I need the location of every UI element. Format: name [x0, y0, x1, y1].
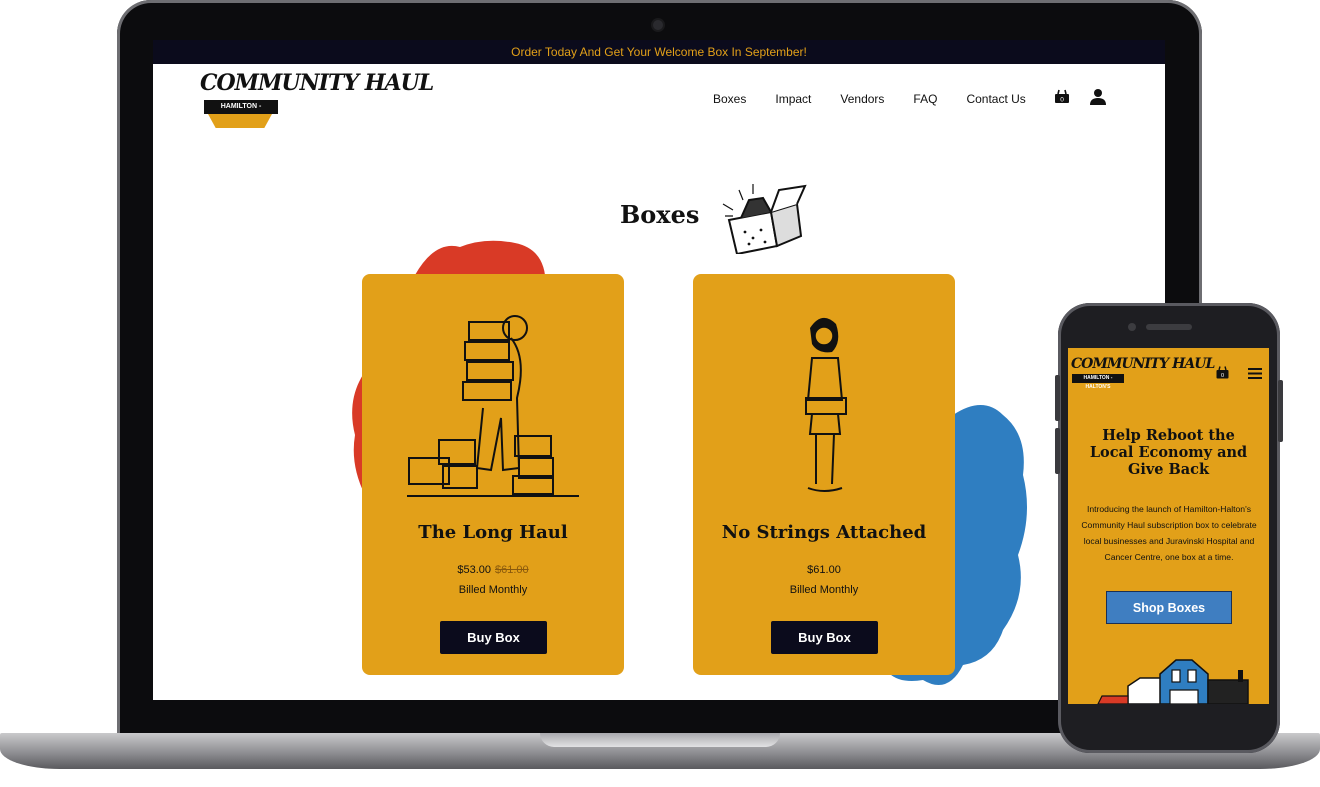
nav-item-vendors[interactable]: Vendors	[840, 92, 884, 106]
menu-icon[interactable]	[1248, 368, 1262, 379]
card-title: No Strings Attached	[721, 522, 927, 543]
nav-item-faq[interactable]: FAQ	[913, 92, 937, 106]
phone-speaker	[1146, 324, 1192, 330]
nav-item-impact[interactable]: Impact	[775, 92, 811, 106]
phone-volume-up	[1055, 375, 1060, 421]
cart-icon[interactable]: 0	[1054, 88, 1070, 104]
current-price: $53.00	[457, 564, 491, 576]
phone-camera-icon	[1128, 323, 1136, 331]
phone-volume-down	[1055, 428, 1060, 474]
mobile-hero-body: Introducing the launch of Hamilton-Halto…	[1081, 504, 1257, 562]
mobile-hero-heading: Help Reboot the Local Economy and Give B…	[1089, 427, 1248, 478]
houses-illustration	[1097, 659, 1249, 704]
mobile-logo-ribbon: HAMILTON - HALTON'S	[1072, 374, 1124, 390]
card-price: $53.00 $61.00	[362, 564, 624, 576]
phone-power-button	[1278, 380, 1283, 442]
user-icon[interactable]	[1089, 88, 1107, 106]
shop-boxes-button[interactable]: Shop Boxes	[1106, 591, 1232, 624]
mobile-logo[interactable]: COMMUNITY HAUL	[1071, 356, 1215, 372]
site-logo[interactable]: COMMUNITY HAUL HAMILTON - HALTON'S	[200, 70, 434, 132]
desktop-screen: Order Today And Get Your Welcome Box In …	[153, 40, 1165, 700]
nav-item-boxes[interactable]: Boxes	[713, 92, 746, 106]
open-box-illustration	[722, 184, 807, 254]
mobile-cart-count: 0	[1221, 373, 1224, 379]
laptop-notch	[540, 733, 780, 747]
nav-item-contact-us[interactable]: Contact Us	[966, 92, 1025, 106]
cart-count: 0	[1060, 97, 1064, 104]
main-nav: Boxes Impact Vendors FAQ Contact Us	[713, 92, 1055, 106]
woman-holding-box-illustration	[805, 317, 847, 492]
current-price: $61.00	[807, 564, 841, 576]
product-card: No Strings Attached $61.00 Billed Monthl…	[693, 274, 955, 675]
logo-ribbon: HAMILTON - HALTON'S	[204, 100, 278, 124]
card-price: $61.00	[693, 564, 955, 576]
camera-icon	[653, 20, 663, 30]
buy-box-button[interactable]: Buy Box	[440, 621, 547, 654]
page-title: Boxes	[620, 200, 700, 229]
product-card: The Long Haul $53.00 $61.00 Billed Monthl…	[362, 274, 624, 675]
original-price: $61.00	[495, 564, 529, 576]
buy-box-button[interactable]: Buy Box	[771, 621, 878, 654]
mobile-screen: COMMUNITY HAUL HAMILTON - HALTON'S 0 Hel…	[1068, 348, 1269, 704]
billing-frequency: Billed Monthly	[458, 584, 528, 596]
billing-frequency: Billed Monthly	[789, 584, 859, 596]
mobile-cart-icon[interactable]: 0	[1216, 365, 1229, 379]
announcement-bar: Order Today And Get Your Welcome Box In …	[153, 40, 1165, 64]
card-title: The Long Haul	[418, 522, 568, 543]
logo-wordmark: COMMUNITY HAUL	[200, 70, 434, 96]
logo-box-graphic	[208, 114, 272, 128]
man-carrying-boxes-illustration	[407, 315, 579, 497]
